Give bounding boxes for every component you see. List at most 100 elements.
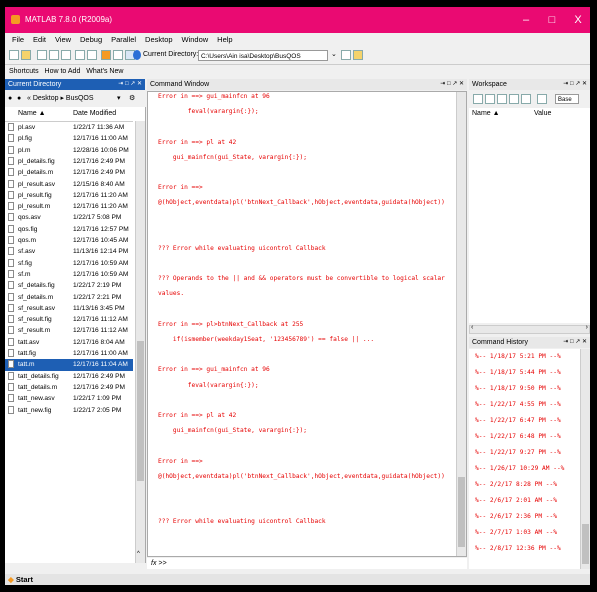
undo-icon[interactable] — [75, 50, 85, 60]
ws-col-name[interactable]: Name ▲ — [472, 108, 500, 120]
help-icon[interactable] — [133, 50, 141, 60]
simulink-icon[interactable] — [101, 50, 111, 60]
browse-folder-icon[interactable] — [341, 50, 351, 60]
open-variable-icon[interactable] — [485, 94, 495, 104]
file-row[interactable]: sf.asv 11/13/16 12:14 PM — [5, 246, 133, 257]
history-entry[interactable]: %-- 2/8/17 12:36 PM --% — [475, 543, 561, 554]
file-row[interactable]: tatt_new.asv 1/22/17 1:09 PM — [5, 393, 133, 404]
scroll-up-icon[interactable]: ^ — [137, 551, 140, 557]
save-workspace-icon[interactable] — [497, 94, 507, 104]
stack-base-select[interactable]: Base — [555, 94, 579, 104]
new-variable-icon[interactable] — [473, 94, 483, 104]
gear-icon[interactable]: ⚙ — [129, 91, 135, 106]
col-date-header[interactable]: Date Modified — [73, 107, 116, 121]
history-scrollbar[interactable] — [580, 349, 590, 569]
menu-parallel[interactable]: Parallel — [111, 33, 136, 47]
file-row[interactable]: qos.asv 1/22/17 5:08 PM — [5, 212, 133, 223]
history-entry[interactable]: %-- 1/22/17 9:27 PM --% — [475, 447, 561, 458]
history-scroll-thumb[interactable] — [582, 524, 589, 564]
file-list-scrollbar[interactable]: ^ — [135, 121, 145, 563]
command-window[interactable]: Error in ==> gui_mainfcn at 96 feval(var… — [147, 91, 467, 557]
file-row[interactable]: pl.m 12/28/16 10:06 PM — [5, 145, 133, 156]
file-row[interactable]: tatt_details.fig 12/17/16 2:49 PM — [5, 371, 133, 382]
scroll-right-icon[interactable]: › — [586, 324, 588, 331]
open-folder-icon[interactable] — [21, 50, 31, 60]
copy-icon[interactable] — [49, 50, 59, 60]
command-scrollbar[interactable] — [456, 92, 466, 556]
file-row[interactable]: tatt.fig 12/17/16 11:00 AM — [5, 348, 133, 359]
print-icon[interactable] — [509, 94, 519, 104]
workspace-hscrollbar[interactable]: ‹ › — [469, 324, 590, 334]
plot-icon[interactable] — [537, 94, 547, 104]
history-entry[interactable]: %-- 2/7/17 1:03 AM --% — [475, 527, 557, 538]
back-arrow-icon[interactable]: ● — [8, 91, 12, 106]
file-row[interactable]: sf_details.fig 1/22/17 2:19 PM — [5, 280, 133, 291]
menu-window[interactable]: Window — [182, 33, 209, 47]
menu-edit[interactable]: Edit — [33, 33, 46, 47]
history-entry[interactable]: %-- 1/22/17 4:55 PM --% — [475, 399, 561, 410]
file-row[interactable]: qos.fig 12/17/16 12:57 PM — [5, 224, 133, 235]
file-row[interactable]: pl_details.fig 12/17/16 2:49 PM — [5, 156, 133, 167]
directory-dropdown-icon[interactable]: ⌄ — [331, 50, 337, 58]
command-scroll-thumb[interactable] — [458, 477, 465, 547]
menu-help[interactable]: Help — [217, 33, 232, 47]
file-row[interactable]: sf.fig 12/17/16 10:59 AM — [5, 258, 133, 269]
paste-icon[interactable] — [61, 50, 71, 60]
redo-icon[interactable] — [87, 50, 97, 60]
current-directory-input[interactable]: C:\Users\Ain isa\Desktop\BusQOS — [198, 50, 328, 61]
delete-variable-icon[interactable] — [521, 94, 531, 104]
history-entry[interactable]: %-- 1/18/17 5:44 PM --% — [475, 367, 561, 378]
whats-new-link[interactable]: What's New — [86, 68, 123, 75]
file-list-scroll-thumb[interactable] — [137, 341, 144, 481]
panel-controls-icon[interactable]: ⇥ □ ↗ ✕ — [563, 337, 587, 348]
ws-col-value[interactable]: Value — [534, 108, 551, 120]
how-to-add-link[interactable]: How to Add — [45, 68, 81, 75]
file-row[interactable]: tatt_details.m 12/17/16 2:49 PM — [5, 382, 133, 393]
file-row[interactable]: pl_details.m 12/17/16 2:49 PM — [5, 167, 133, 178]
minimize-button[interactable]: – — [514, 11, 538, 29]
history-entry[interactable]: %-- 1/26/17 10:29 AM --% — [475, 463, 564, 474]
file-row[interactable]: pl_result.asv 12/15/16 8:40 AM — [5, 179, 133, 190]
history-entry[interactable]: %-- 1/18/17 5:21 PM --% — [475, 351, 561, 362]
menu-file[interactable]: File — [12, 33, 24, 47]
command-prompt[interactable]: fx >> — [147, 558, 467, 569]
folder-up-icon[interactable] — [353, 50, 363, 60]
file-row[interactable]: pl.asv 1/22/17 11:36 AM — [5, 122, 133, 133]
scroll-left-icon[interactable]: ‹ — [471, 324, 473, 331]
maximize-button[interactable]: □ — [540, 11, 564, 29]
shortcuts-label[interactable]: Shortcuts — [9, 68, 39, 75]
new-file-icon[interactable] — [9, 50, 19, 60]
panel-controls-icon[interactable]: ⇥ □ ↗ ✕ — [563, 79, 587, 90]
menu-debug[interactable]: Debug — [80, 33, 102, 47]
col-name-header[interactable]: Name ▲ — [18, 107, 46, 121]
workspace-variable-list[interactable] — [469, 120, 590, 323]
history-entry[interactable]: %-- 1/22/17 6:48 PM --% — [475, 431, 561, 442]
file-row[interactable]: tatt.asv 12/17/16 8:04 AM — [5, 337, 133, 348]
menu-view[interactable]: View — [55, 33, 71, 47]
guide-icon[interactable] — [113, 50, 123, 60]
close-button[interactable]: X — [566, 11, 590, 29]
history-entry[interactable]: %-- 1/18/17 9:50 PM --% — [475, 383, 561, 394]
history-entry[interactable]: %-- 1/22/17 6:47 PM --% — [475, 415, 561, 426]
panel-controls-icon[interactable]: ⇥ □ ↗ ✕ — [118, 79, 142, 90]
file-row[interactable]: sf_result.fig 12/17/16 11:12 AM — [5, 314, 133, 325]
start-button[interactable]: Start — [16, 575, 33, 584]
breadcrumb-path[interactable]: « Desktop ▸ BusQOS — [27, 91, 94, 106]
history-entry[interactable]: %-- 2/6/17 2:36 PM --% — [475, 511, 557, 522]
panel-controls-icon[interactable]: ⇥ □ ↗ ✕ — [440, 79, 464, 90]
file-row[interactable]: sf.m 12/17/16 10:59 AM — [5, 269, 133, 280]
file-row[interactable]: pl_result.fig 12/17/16 11:20 AM — [5, 190, 133, 201]
file-row[interactable]: sf_result.asv 11/13/16 3:45 PM — [5, 303, 133, 314]
menu-desktop[interactable]: Desktop — [145, 33, 173, 47]
file-row[interactable]: pl.fig 12/17/16 11:00 AM — [5, 133, 133, 144]
file-row[interactable]: tatt.m 12/17/16 11:04 AM — [5, 359, 133, 371]
file-row[interactable]: tatt_new.fig 1/22/17 2:05 PM — [5, 405, 133, 416]
cut-icon[interactable] — [37, 50, 47, 60]
history-entry[interactable]: %-- 2/2/17 8:28 PM --% — [475, 479, 557, 490]
file-row[interactable]: sf_result.m 12/17/16 11:12 AM — [5, 325, 133, 336]
file-row[interactable]: sf_details.m 1/22/17 2:21 PM — [5, 292, 133, 303]
forward-arrow-icon[interactable]: ● — [17, 91, 21, 106]
file-row[interactable]: pl_result.m 12/17/16 11:20 AM — [5, 201, 133, 212]
file-row[interactable]: qos.m 12/17/16 10:45 AM — [5, 235, 133, 246]
breadcrumb-dropdown-icon[interactable]: ▾ — [117, 91, 121, 106]
